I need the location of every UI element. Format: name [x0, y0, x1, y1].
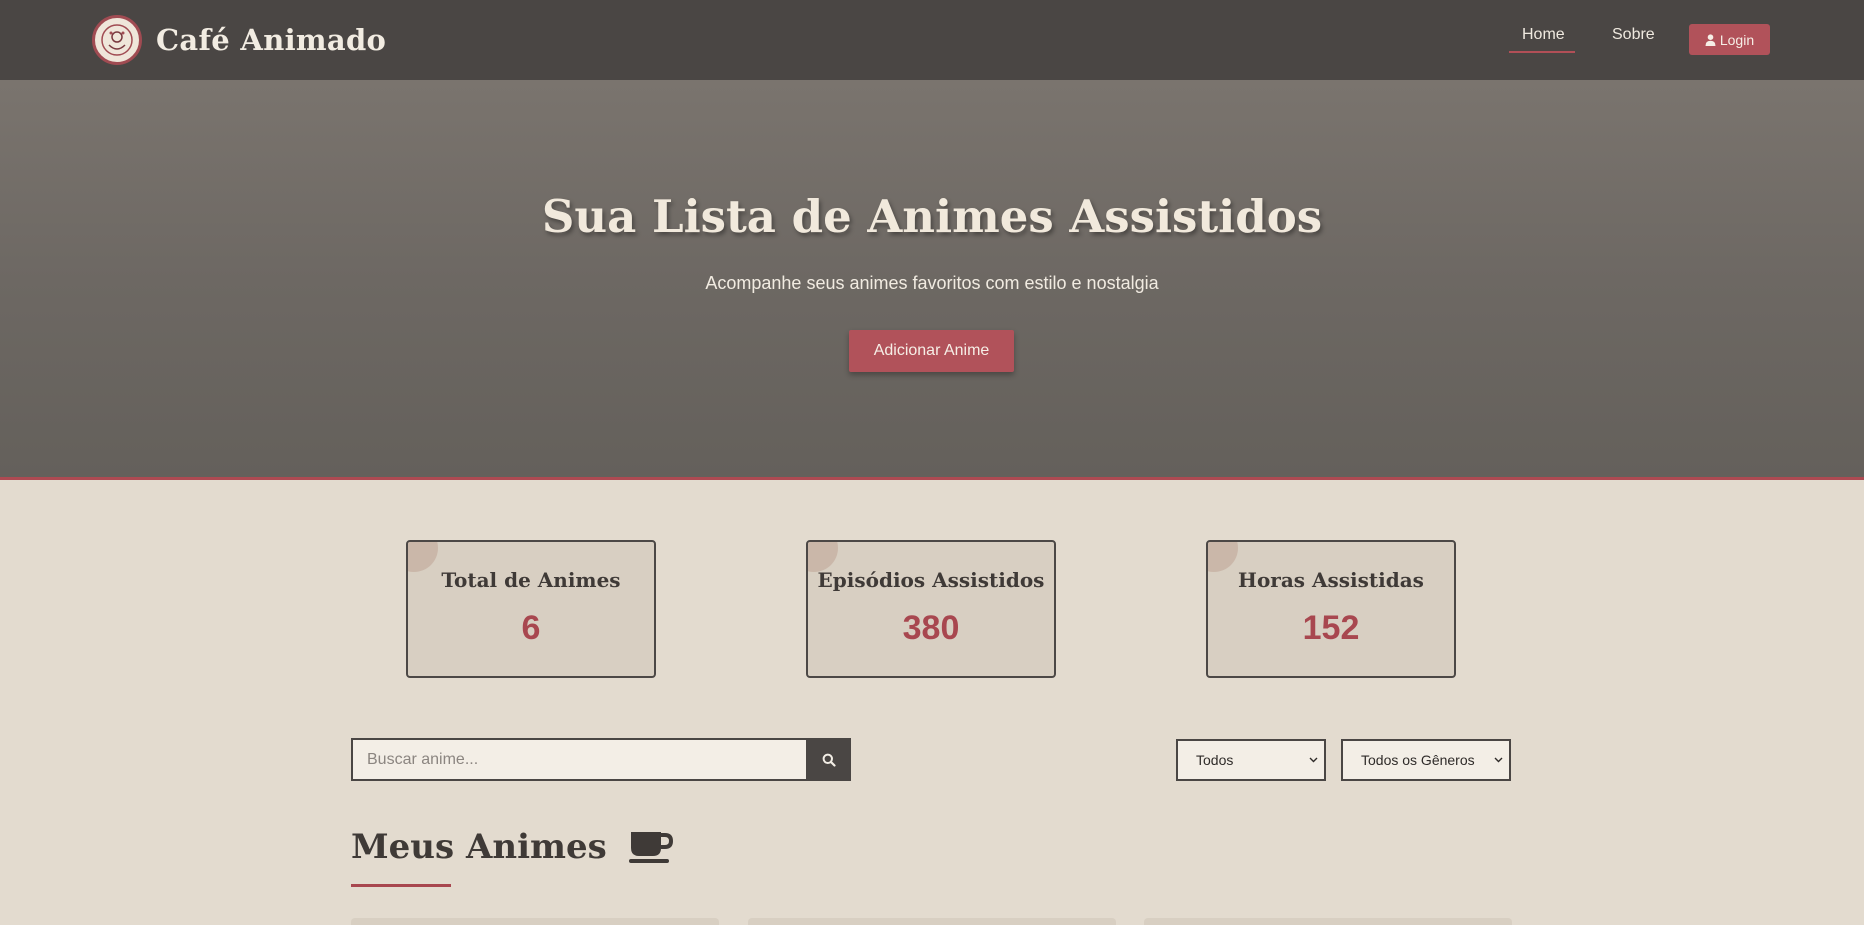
login-label: Login: [1719, 31, 1755, 48]
search-icon: [822, 753, 836, 767]
stat-value: 380: [902, 609, 960, 647]
anime-card[interactable]: [351, 918, 719, 925]
stat-card-hours: Horas Assistidas 152: [1206, 540, 1456, 678]
coffee-cup-icon: [628, 832, 673, 863]
nav-active-indicator: [1509, 51, 1575, 53]
nav-link-home[interactable]: Home: [1522, 26, 1565, 44]
anime-card[interactable]: [1144, 918, 1512, 925]
hero-subtitle: Acompanhe seus animes favoritos com esti…: [705, 273, 1159, 293]
genre-filter-select[interactable]: Todos os Gêneros: [1341, 739, 1511, 781]
stat-value: 6: [521, 609, 541, 647]
section-title: Meus Animes: [351, 827, 673, 867]
search-button[interactable]: [807, 738, 851, 781]
chevron-down-icon: [1309, 757, 1318, 763]
genre-filter-value: Todos os Gêneros: [1361, 752, 1475, 768]
stat-card-episodes: Episódios Assistidos 380: [806, 540, 1056, 678]
section-underline: [351, 884, 451, 887]
stat-title: Total de Animes: [441, 568, 621, 592]
navbar: Café Animado Home Sobre Login: [0, 0, 1864, 80]
add-anime-button[interactable]: Adicionar Anime: [849, 330, 1014, 372]
search-input[interactable]: [351, 738, 808, 781]
anime-card[interactable]: [748, 918, 1116, 925]
status-filter-value: Todos: [1196, 752, 1234, 768]
stat-title: Episódios Assistidos: [817, 568, 1045, 592]
user-icon: [1705, 33, 1716, 46]
section-title-text: Meus Animes: [351, 827, 607, 867]
status-filter-select[interactable]: Todos: [1176, 739, 1326, 781]
hero-title: Sua Lista de Animes Assistidos: [541, 190, 1323, 243]
search-bar: [351, 738, 851, 781]
login-button[interactable]: Login: [1689, 24, 1770, 55]
stat-value: 152: [1302, 609, 1360, 647]
chevron-down-icon: [1494, 757, 1503, 763]
brand-logo-icon: [92, 15, 142, 65]
nav-link-sobre[interactable]: Sobre: [1612, 26, 1655, 44]
brand[interactable]: Café Animado: [92, 15, 386, 65]
stat-card-total-animes: Total de Animes 6: [406, 540, 656, 678]
brand-name: Café Animado: [156, 23, 387, 57]
stat-title: Horas Assistidas: [1238, 568, 1424, 592]
